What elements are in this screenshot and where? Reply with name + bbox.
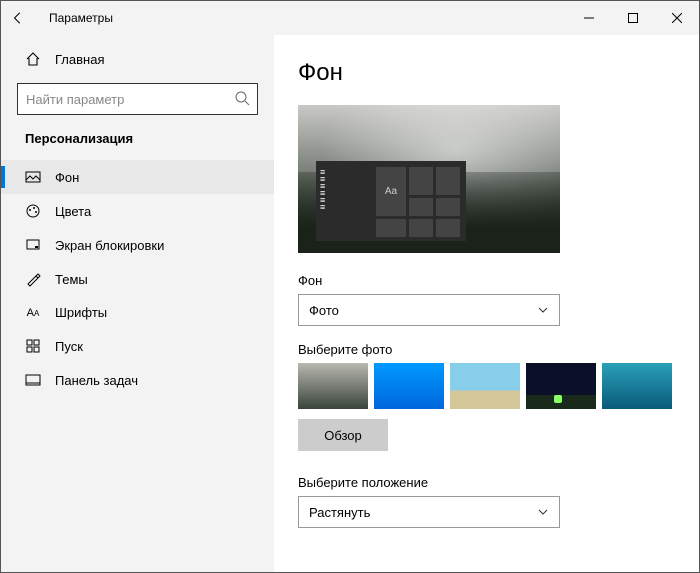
- nav-label: Экран блокировки: [55, 238, 164, 253]
- nav-label: Пуск: [55, 339, 83, 354]
- preview-sample-text: Aa: [376, 167, 406, 216]
- fonts-icon: AA: [25, 307, 41, 319]
- thumb-3[interactable]: [450, 363, 520, 409]
- window-title: Параметры: [49, 11, 567, 25]
- nav-label: Панель задач: [55, 373, 138, 388]
- photo-thumbnails: [298, 363, 679, 409]
- background-type-dropdown[interactable]: Фото: [298, 294, 560, 326]
- browse-button[interactable]: Обзор: [298, 419, 388, 451]
- nav-label: Цвета: [55, 204, 91, 219]
- fit-value: Растянуть: [309, 505, 370, 520]
- thumb-4[interactable]: [526, 363, 596, 409]
- nav-label: Шрифты: [55, 305, 107, 320]
- titlebar: Параметры: [1, 1, 699, 35]
- back-button[interactable]: [1, 11, 35, 25]
- nav-label: Фон: [55, 170, 79, 185]
- search-input[interactable]: [17, 83, 258, 115]
- home-link[interactable]: Главная: [1, 45, 274, 73]
- chevron-down-icon: [537, 304, 549, 316]
- maximize-button[interactable]: [611, 1, 655, 35]
- home-label: Главная: [55, 52, 104, 67]
- palette-icon: [25, 203, 41, 219]
- minimize-button[interactable]: [567, 1, 611, 35]
- section-title: Персонализация: [1, 129, 274, 160]
- background-label: Фон: [298, 273, 679, 288]
- nav-fonts[interactable]: AA Шрифты: [1, 296, 274, 329]
- thumb-2[interactable]: [374, 363, 444, 409]
- nav-taskbar[interactable]: Панель задач: [1, 363, 274, 397]
- chevron-down-icon: [537, 506, 549, 518]
- lockscreen-icon: [25, 237, 41, 253]
- close-button[interactable]: [655, 1, 699, 35]
- nav-background[interactable]: Фон: [1, 160, 274, 194]
- background-type-value: Фото: [309, 303, 339, 318]
- desktop-preview: ≡≡≡≡≡≡ Aa: [298, 105, 560, 253]
- thumb-5[interactable]: [602, 363, 672, 409]
- home-icon: [25, 51, 41, 67]
- start-icon: [25, 338, 41, 354]
- picture-icon: [25, 169, 41, 185]
- themes-icon: [25, 271, 41, 287]
- nav-colors[interactable]: Цвета: [1, 194, 274, 228]
- preview-menu-icon: ≡≡≡≡≡≡: [320, 169, 326, 211]
- nav-lockscreen[interactable]: Экран блокировки: [1, 228, 274, 262]
- choose-photo-label: Выберите фото: [298, 342, 679, 357]
- nav-themes[interactable]: Темы: [1, 262, 274, 296]
- fit-dropdown[interactable]: Растянуть: [298, 496, 560, 528]
- taskbar-icon: [25, 372, 41, 388]
- sidebar: Главная Персонализация Фон Цвета Экран: [1, 35, 274, 572]
- nav-start[interactable]: Пуск: [1, 329, 274, 363]
- search-icon: [234, 90, 250, 106]
- thumb-1[interactable]: [298, 363, 368, 409]
- nav-label: Темы: [55, 272, 88, 287]
- main-panel: Фон ≡≡≡≡≡≡ Aa Фон Фото Выберите фото: [274, 35, 699, 572]
- page-title: Фон: [298, 59, 679, 87]
- fit-label: Выберите положение: [298, 475, 679, 490]
